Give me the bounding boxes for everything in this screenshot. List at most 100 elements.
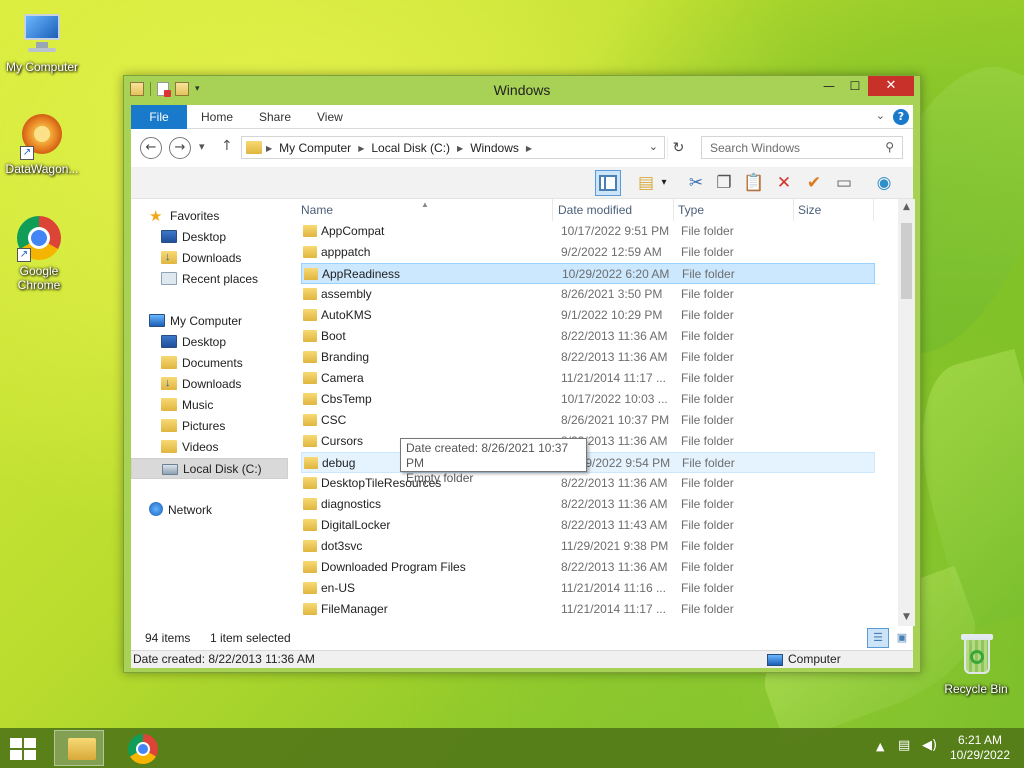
recent-locations-dropdown[interactable]: ▾ (199, 140, 205, 153)
table-row[interactable]: AppReadiness 10/29/2022 6:20 AM File folde… (301, 263, 875, 284)
file-name: diagnostics (321, 497, 382, 511)
title-bar[interactable]: ▾ Windows — ☐ ✕ (124, 76, 920, 105)
folder-icon (303, 246, 317, 258)
table-row[interactable]: AppCompat 10/17/2022 9:51 PM File folder (301, 221, 875, 242)
details-view-button[interactable]: ☰ (867, 628, 889, 648)
taskbar-chrome[interactable] (118, 730, 168, 766)
search-input[interactable]: Search Windows ⚲ (701, 136, 903, 159)
breadcrumb-windows[interactable]: Windows (470, 141, 519, 155)
volume-icon[interactable]: ◀) (922, 738, 937, 753)
nav-fav-desktop[interactable]: Desktop (161, 227, 226, 248)
column-header-size[interactable]: Size (794, 199, 874, 221)
tab-share[interactable]: Share (259, 105, 291, 129)
clock[interactable]: 6:21 AM 10/29/2022 (944, 733, 1016, 763)
nav-label: Desktop (182, 230, 227, 244)
nav-pc-local-disk[interactable]: Local Disk (C:) (131, 458, 288, 479)
table-row[interactable]: en-US 11/21/2014 11:16 ... File folder (301, 578, 875, 599)
nav-fav-downloads[interactable]: Downloads (161, 247, 241, 269)
nav-pc-videos[interactable]: Videos (161, 437, 218, 458)
breadcrumb-separator-icon[interactable]: ▶ (358, 144, 364, 153)
column-header-name[interactable]: Name ▲ (297, 199, 553, 221)
table-row[interactable]: assembly 8/26/2021 3:50 PM File folder (301, 284, 875, 305)
back-button[interactable]: ← (140, 137, 162, 159)
forward-button[interactable]: → (169, 137, 191, 159)
refresh-button[interactable]: ↻ (667, 137, 689, 159)
desktop-icon-recycle-bin[interactable]: Recycle Bin (934, 632, 1018, 696)
cut-button[interactable]: ✂ (683, 170, 709, 196)
nav-pc-desktop[interactable]: Desktop (161, 332, 226, 353)
desktop-icon-google-chrome[interactable]: ↗ Google Chrome (0, 214, 78, 292)
table-row[interactable]: DigitalLocker 8/22/2013 11:43 AM File fold… (301, 515, 875, 536)
copy-button[interactable]: ❐ (711, 170, 737, 196)
maximize-button[interactable]: ☐ (842, 76, 868, 96)
network-status-icon[interactable]: ▤ (898, 738, 910, 753)
preview-pane-button[interactable] (595, 170, 621, 196)
table-row[interactable]: Camera 11/21/2014 11:17 ... File folder (301, 368, 875, 389)
expand-ribbon-icon[interactable]: ⌄ (876, 109, 885, 122)
nav-label: Network (168, 503, 213, 517)
table-row[interactable]: apppatch 9/2/2022 12:59 AM File folder (301, 242, 875, 263)
address-bar[interactable]: ▶ My Computer ▶ Local Disk (C:) ▶ Window… (241, 136, 665, 159)
column-header-date[interactable]: Date modified (554, 199, 674, 221)
select-button[interactable]: ✔ (801, 170, 827, 196)
column-header-type[interactable]: Type (674, 199, 794, 221)
start-button[interactable] (10, 738, 38, 760)
command-toolbar: ▤ ▾ ✂ ❐ 📋 ✕ ✔ ▭ ◉ (131, 167, 913, 199)
minimize-button[interactable]: — (816, 76, 842, 96)
rename-button[interactable]: ▭ (831, 170, 857, 196)
folder-options-button[interactable]: ▤ (633, 170, 659, 196)
table-row[interactable]: CSC 8/26/2021 10:37 PM File folder (301, 410, 875, 431)
table-row[interactable]: Branding 8/22/2013 11:36 AM File folder (301, 347, 875, 368)
tab-view[interactable]: View (317, 105, 343, 129)
large-icons-view-button[interactable]: ▣ (891, 628, 913, 648)
vertical-scrollbar[interactable]: ▲ ▼ (898, 199, 915, 626)
nav-pc-pictures[interactable]: Pictures (161, 416, 225, 437)
table-row[interactable]: diagnostics 8/22/2013 11:36 AM File folder (301, 494, 875, 515)
file-name: CSC (321, 413, 347, 427)
breadcrumb-my-computer[interactable]: My Computer (279, 141, 351, 155)
nav-favorites[interactable]: ★ Favorites (149, 206, 219, 227)
scroll-down-icon[interactable]: ▼ (898, 609, 915, 626)
table-row[interactable]: debug 10/29/2022 9:54 PM File folder (301, 452, 875, 473)
tab-home[interactable]: Home (201, 105, 233, 129)
scroll-up-icon[interactable]: ▲ (898, 199, 915, 216)
taskbar-file-explorer[interactable] (54, 730, 104, 766)
ribbon-tabs: File Home Share View ⌄ ? (131, 105, 913, 129)
shortcut-arrow-icon: ↗ (20, 146, 34, 160)
desktop-icon-datawagon[interactable]: ↗ DataWagon... (0, 112, 84, 176)
scrollbar-thumb[interactable] (901, 223, 912, 299)
file-date: 11/21/2014 11:17 ... (561, 602, 666, 616)
table-row[interactable]: Boot 8/22/2013 11:36 AM File folder (301, 326, 875, 347)
folder-options-dropdown-icon[interactable]: ▾ (657, 170, 671, 196)
network-globe-button[interactable]: ◉ (871, 170, 897, 196)
table-row[interactable]: Cursors 8/22/2013 11:36 AM File folder (301, 431, 875, 452)
folder-icon (303, 309, 317, 321)
nav-my-computer[interactable]: My Computer (149, 311, 242, 332)
table-row[interactable]: CbsTemp 10/17/2022 10:03 ... File folder (301, 389, 875, 410)
close-button[interactable]: ✕ (868, 76, 914, 96)
table-row[interactable]: FileManager 11/21/2014 11:17 ... File fold… (301, 599, 875, 620)
delete-button[interactable]: ✕ (771, 170, 797, 196)
help-icon[interactable]: ? (893, 109, 909, 125)
address-dropdown-icon[interactable]: ⌄ (649, 140, 658, 153)
window-controls: — ☐ ✕ (816, 76, 914, 96)
table-row[interactable]: dot3svc 11/29/2021 9:38 PM File folder (301, 536, 875, 557)
file-type: File folder (681, 329, 734, 343)
show-hidden-icons-button[interactable]: ▲ (876, 740, 884, 753)
table-row[interactable]: Downloaded Program Files 8/22/2013 11:36 … (301, 557, 875, 578)
breadcrumb-separator-icon[interactable]: ▶ (457, 144, 463, 153)
paste-button[interactable]: 📋 (741, 170, 767, 196)
nav-fav-recent-places[interactable]: Recent places (161, 269, 258, 290)
nav-pc-documents[interactable]: Documents (161, 353, 243, 374)
tab-file[interactable]: File (131, 105, 187, 129)
up-button[interactable]: ↑ (221, 138, 233, 154)
nav-network[interactable]: Network (149, 500, 212, 521)
breadcrumb-separator-icon[interactable]: ▶ (266, 144, 272, 153)
breadcrumb-local-disk[interactable]: Local Disk (C:) (371, 141, 450, 155)
nav-pc-downloads[interactable]: Downloads (161, 373, 241, 395)
nav-pc-music[interactable]: Music (161, 395, 213, 416)
table-row[interactable]: DesktopTileResources 8/22/2013 11:36 AM Fi… (301, 473, 875, 494)
table-row[interactable]: AutoKMS 9/1/2022 10:29 PM File folder (301, 305, 875, 326)
breadcrumb-separator-icon[interactable]: ▶ (526, 144, 532, 153)
desktop-icon-my-computer[interactable]: My Computer (0, 10, 84, 74)
